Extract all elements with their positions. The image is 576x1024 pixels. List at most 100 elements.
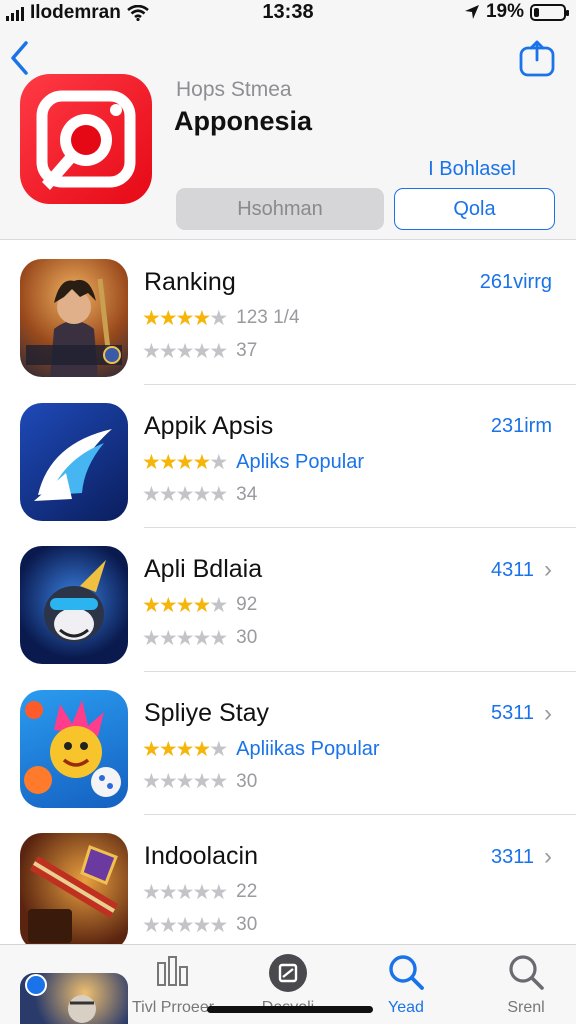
star-empty-icon: ★ xyxy=(175,626,195,650)
search-icon xyxy=(507,953,545,996)
app-meta: 4311 › xyxy=(491,558,552,582)
app-title: Ranking xyxy=(144,268,236,296)
rating-text: 30 xyxy=(236,627,258,648)
star-empty-icon: ★ xyxy=(192,770,211,793)
app-title: Appik Apsis xyxy=(144,411,274,440)
page-title: Apponesia xyxy=(174,106,313,136)
app-title: Spliye Stay xyxy=(144,698,270,727)
rating-line: ★★★★★ 37 xyxy=(142,340,257,362)
rating-text: 22 xyxy=(236,881,258,902)
chevron-left-icon xyxy=(11,41,28,75)
rating-text: Apliikas Popular xyxy=(236,737,380,760)
star-empty-icon: ★ xyxy=(192,339,211,363)
primary-outline-button[interactable]: Qola xyxy=(394,188,555,230)
list-item[interactable]: Appik Apsis 231irm ★★★★★ Apliks Popular ★… xyxy=(0,385,576,529)
star-filled-icon: ★ xyxy=(175,737,195,761)
back-button[interactable] xyxy=(8,40,32,76)
bird-game-icon xyxy=(20,546,128,664)
list-item[interactable]: Spliye Stay 5311 › ★★★★★ Apliikas Popular … xyxy=(0,672,576,816)
star-empty-icon: ★ xyxy=(158,880,178,904)
app-list: Ranking 261virrg ★★★★★ 123 1/4 ★★★★★ 37 Ap… xyxy=(0,241,576,959)
rating-text: 92 xyxy=(236,594,258,615)
rating-line: ★★★★★ 123 1/4 xyxy=(142,307,300,329)
app-icon xyxy=(20,74,152,204)
star-filled-icon: ★ xyxy=(175,593,195,617)
rating-line: ★★★★★ Apliikas Popular xyxy=(142,738,380,761)
tab-search[interactable]: Srenl xyxy=(476,945,576,1024)
star-empty-icon: ★ xyxy=(209,770,228,793)
star-filled-icon: ★ xyxy=(192,737,211,761)
chevron-right-icon: › xyxy=(544,556,552,583)
star-empty-icon: ★ xyxy=(209,913,228,937)
star-empty-icon: ★ xyxy=(209,483,228,506)
star-filled-icon: ★ xyxy=(158,593,178,617)
share-icon xyxy=(519,40,555,77)
share-button[interactable] xyxy=(518,40,556,78)
star-empty-icon: ★ xyxy=(192,880,211,904)
rating-line: ★★★★★ 30 xyxy=(142,771,257,793)
app-meta-text: 4311 xyxy=(490,558,534,581)
star-empty-icon: ★ xyxy=(175,339,195,363)
star-filled-icon: ★ xyxy=(142,450,161,474)
battery-fill xyxy=(534,7,540,17)
app-meta-text: 3311 xyxy=(490,845,534,868)
app-meta-text: 5311 xyxy=(490,702,534,724)
star-empty-icon: ★ xyxy=(142,483,161,506)
star-filled-icon: ★ xyxy=(142,593,161,617)
secondary-button[interactable]: Hsohman xyxy=(176,188,384,230)
star-empty-icon: ★ xyxy=(142,626,161,650)
rating-stars: ★★★★★ xyxy=(142,339,228,363)
rating-line: ★★★★★ 22 xyxy=(142,881,257,903)
rating-text: 30 xyxy=(236,914,258,935)
rating-line: ★★★★★ 30 xyxy=(142,914,257,936)
rating-text: 123 1/4 xyxy=(236,307,300,328)
star-empty-icon: ★ xyxy=(158,339,178,363)
star-empty-icon: ★ xyxy=(175,483,195,506)
header-link[interactable]: I Bohlasel xyxy=(428,158,516,181)
star-empty-icon: ★ xyxy=(158,913,178,937)
rating-stars: ★★★★★ xyxy=(142,450,228,474)
app-header: Hops Stmea Apponesia I Bohlasel Hsohman … xyxy=(0,26,576,240)
rating-stars: ★★★★★ xyxy=(142,880,228,904)
star-filled-icon: ★ xyxy=(158,306,178,330)
star-empty-icon: ★ xyxy=(209,339,228,363)
rating-line: ★★★★★ 92 xyxy=(142,594,257,616)
swoosh-app-icon xyxy=(20,402,128,521)
star-empty-icon: ★ xyxy=(175,770,195,793)
star-empty-icon: ★ xyxy=(175,880,195,904)
home-indicator[interactable] xyxy=(207,1006,373,1013)
charts-icon xyxy=(156,953,190,992)
rating-text: Apliks Popular xyxy=(236,450,364,473)
rating-line: ★★★★★ 30 xyxy=(142,627,257,649)
developer-subtitle: Hops Stmea xyxy=(176,78,292,101)
star-filled-icon: ★ xyxy=(175,306,195,330)
warrior-game-icon xyxy=(20,259,128,377)
list-item[interactable]: Indoolacin 3311 › ★★★★★ 22 ★★★★★ 30 xyxy=(0,815,576,959)
list-item[interactable]: Apli Bdlaia 4311 › ★★★★★ 92 ★★★★★ 30 xyxy=(0,528,576,672)
rating-line: ★★★★★ Apliks Popular xyxy=(142,451,364,474)
star-empty-icon: ★ xyxy=(209,593,228,617)
star-empty-icon: ★ xyxy=(209,737,228,761)
app-meta: 231irm xyxy=(491,415,552,438)
star-filled-icon: ★ xyxy=(142,737,161,761)
list-item[interactable]: Ranking 261virrg ★★★★★ 123 1/4 ★★★★★ 37 xyxy=(0,241,576,385)
mini-player-thumbnail[interactable] xyxy=(20,973,128,1024)
chevron-right-icon: › xyxy=(544,699,552,727)
star-empty-icon: ★ xyxy=(158,483,178,506)
rating-stars: ★★★★★ xyxy=(142,306,228,330)
star-filled-icon: ★ xyxy=(192,593,211,617)
sword-game-icon xyxy=(20,833,128,951)
battery-percent: 19% xyxy=(485,1,524,22)
battery-icon xyxy=(530,3,569,21)
rating-stars: ★★★★★ xyxy=(142,770,228,793)
star-empty-icon: ★ xyxy=(192,913,211,937)
star-empty-icon: ★ xyxy=(142,770,161,793)
star-empty-icon: ★ xyxy=(158,770,178,793)
rating-text: 37 xyxy=(236,340,258,361)
star-empty-icon: ★ xyxy=(175,913,195,937)
camera-logo-icon xyxy=(36,90,136,190)
star-filled-icon: ★ xyxy=(192,306,211,330)
app-title: Apli Bdlaia xyxy=(144,555,263,583)
star-filled-icon: ★ xyxy=(175,450,195,474)
app-meta: 261virrg xyxy=(480,271,552,294)
